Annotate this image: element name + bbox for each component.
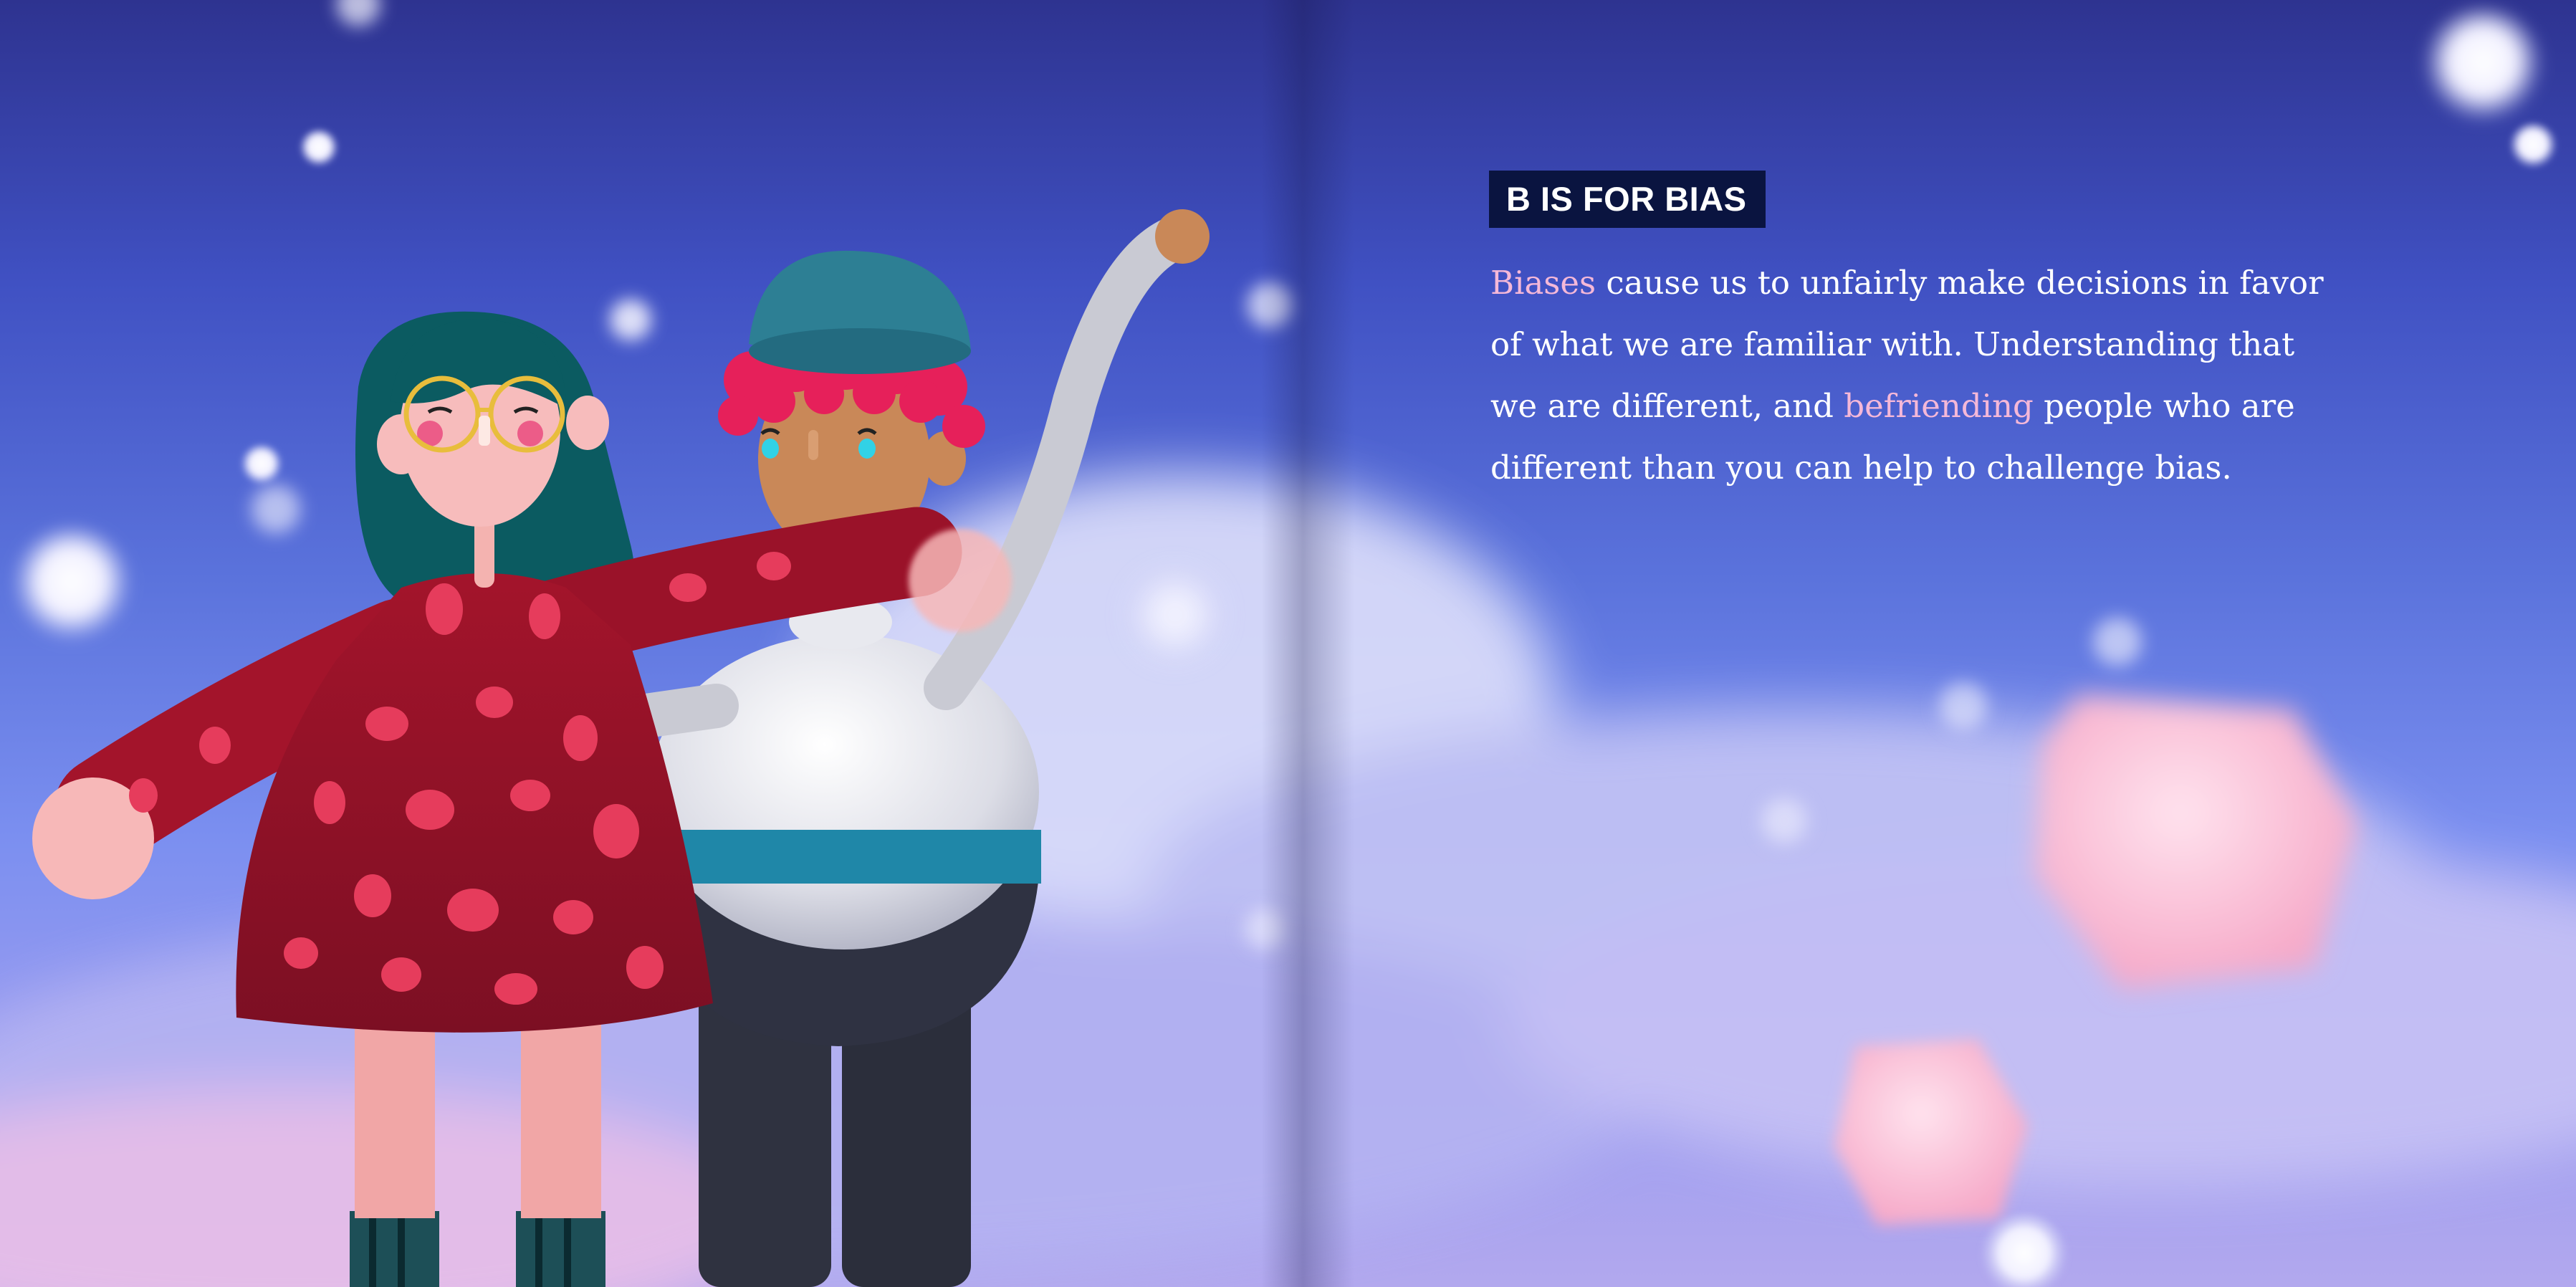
highlight-word: befriending: [1844, 387, 2034, 425]
body-line: we are different, and befriending people…: [1490, 387, 2295, 425]
body-line: Biases cause us to unfairly make decisio…: [1490, 264, 2324, 302]
book-spread: B IS FOR BIAS Biases cause us to unfairl…: [0, 0, 2576, 1287]
text-block: B IS FOR BIAS Biases cause us to unfairl…: [1489, 171, 2392, 499]
body-paragraph: Biases cause us to unfairly make decisio…: [1490, 252, 2392, 499]
body-line: of what we are familiar with. Understand…: [1490, 325, 2295, 363]
body-line: different than you can help to challenge…: [1490, 449, 2232, 487]
highlight-word: Biases: [1490, 264, 1596, 302]
page-title: B IS FOR BIAS: [1489, 171, 1766, 228]
